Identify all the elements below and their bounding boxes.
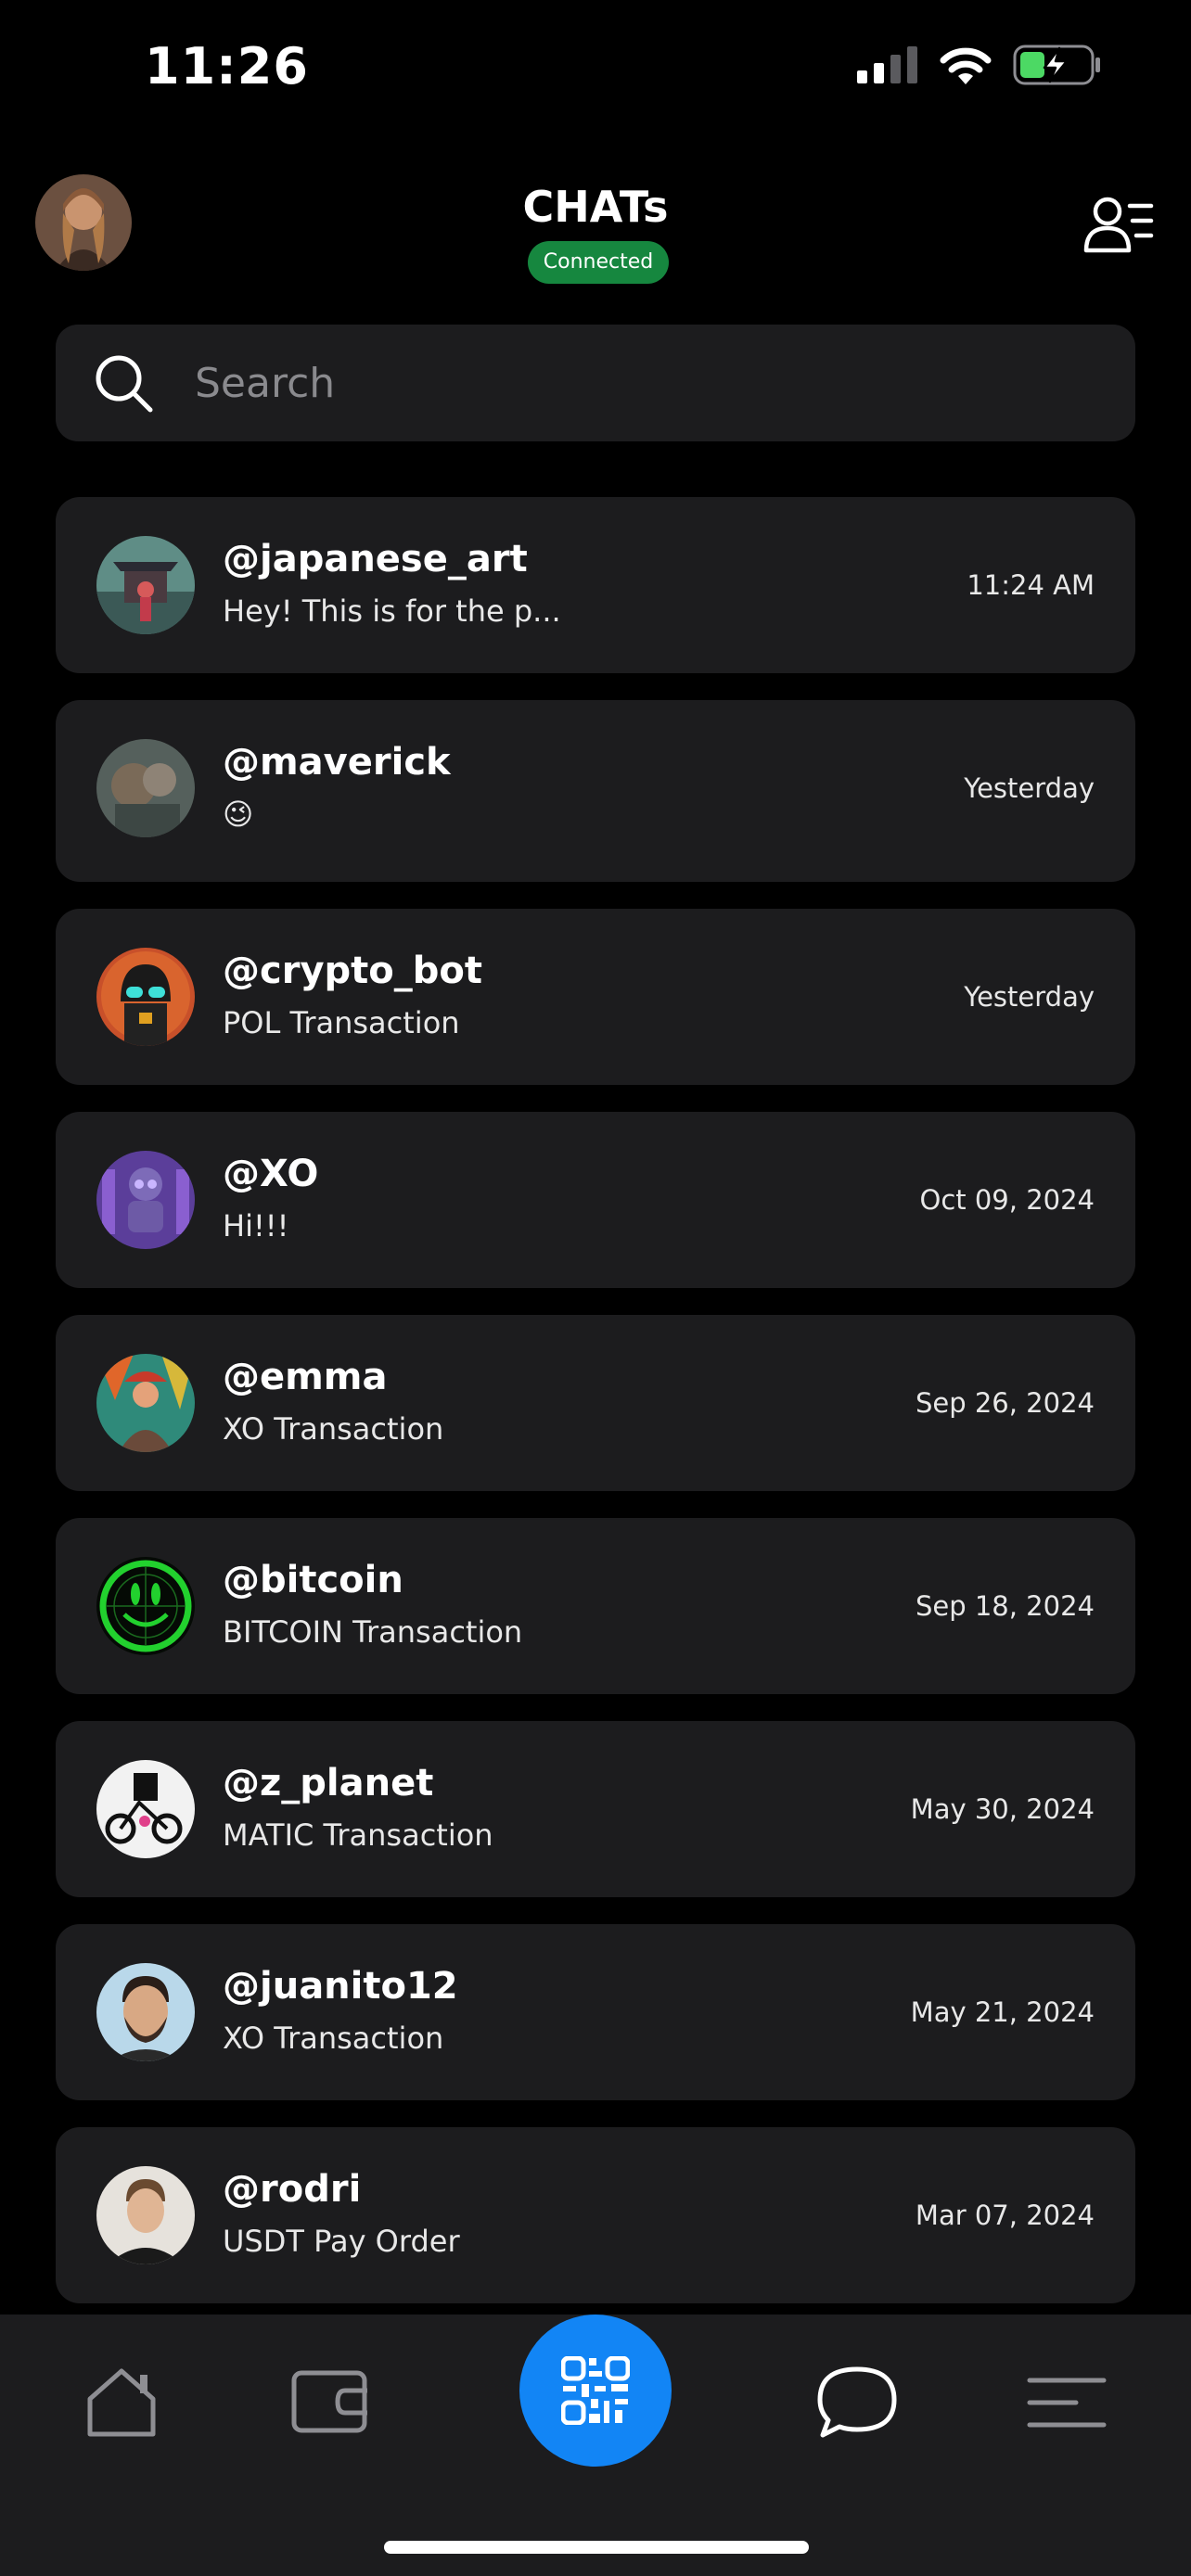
chat-time: Sep 26, 2024 xyxy=(915,1387,1095,1419)
chat-time: Mar 07, 2024 xyxy=(915,2200,1095,2231)
wallet-icon xyxy=(291,2370,367,2433)
contacts-button[interactable] xyxy=(1083,195,1154,256)
chat-item-emma[interactable]: @emma XO Transaction Sep 26, 2024 xyxy=(56,1315,1135,1491)
chat-item-juanito12[interactable]: @juanito12 XO Transaction May 21, 2024 xyxy=(56,1924,1135,2100)
chat-item-z-planet[interactable]: @z_planet MATIC Transaction May 30, 2024 xyxy=(56,1721,1135,1897)
avatar xyxy=(96,1354,195,1452)
status-time: 11:26 xyxy=(145,37,309,96)
chat-name: @rodri xyxy=(223,2168,362,2211)
connection-status-badge: Connected xyxy=(528,241,669,284)
chat-name: @emma xyxy=(223,1356,388,1398)
chat-name: @crypto_bot xyxy=(223,950,482,992)
chat-preview: Hi!!! xyxy=(223,1208,289,1243)
chat-item-japanese-art[interactable]: @japanese_art Hey! This is for the p... … xyxy=(56,497,1135,673)
chat-time: 11:24 AM xyxy=(967,569,1095,601)
chat-preview: Hey! This is for the p... xyxy=(223,593,561,629)
chat-preview: BITCOIN Transaction xyxy=(223,1614,523,1650)
chat-time: Sep 18, 2024 xyxy=(915,1590,1095,1622)
battery-charging-icon xyxy=(1013,45,1100,85)
chat-time: Oct 09, 2024 xyxy=(919,1184,1095,1216)
chat-item-rodri[interactable]: @rodri USDT Pay Order Mar 07, 2024 xyxy=(56,2127,1135,2303)
home-icon xyxy=(87,2368,156,2437)
chat-bubble-icon xyxy=(817,2366,897,2438)
chat-time: Yesterday xyxy=(964,981,1095,1013)
chat-time: Yesterday xyxy=(964,772,1095,804)
page-title: CHATs xyxy=(522,182,669,232)
chat-preview: XO Transaction xyxy=(223,1411,444,1447)
tab-menu[interactable] xyxy=(1020,2361,1113,2444)
chat-name: @z_planet xyxy=(223,1762,434,1804)
chat-preview: POL Transaction xyxy=(223,1005,460,1040)
contacts-list-icon xyxy=(1083,197,1154,253)
chat-name: @maverick xyxy=(223,741,451,784)
tab-wallet[interactable] xyxy=(285,2361,378,2444)
chat-preview: MATIC Transaction xyxy=(223,1817,493,1853)
tab-chats[interactable] xyxy=(811,2361,903,2444)
chat-item-xo[interactable]: @XO Hi!!! Oct 09, 2024 xyxy=(56,1112,1135,1288)
chat-item-bitcoin[interactable]: @bitcoin BITCOIN Transaction Sep 18, 202… xyxy=(56,1518,1135,1694)
wifi-icon xyxy=(940,47,992,84)
chat-name: @japanese_art xyxy=(223,538,528,580)
chat-list: @japanese_art Hey! This is for the p... … xyxy=(56,497,1135,2330)
chat-time: May 21, 2024 xyxy=(910,1996,1095,2028)
chat-name: @juanito12 xyxy=(223,1965,458,2008)
menu-icon xyxy=(1027,2378,1107,2428)
avatar xyxy=(96,1557,195,1655)
bottom-tab-bar xyxy=(0,2315,1191,2576)
chat-name: @XO xyxy=(223,1153,319,1195)
chat-name: @bitcoin xyxy=(223,1559,403,1601)
search-input[interactable] xyxy=(195,325,1085,441)
cellular-signal-icon xyxy=(857,46,917,83)
chat-preview: XO Transaction xyxy=(223,2021,444,2056)
avatar xyxy=(96,948,195,1046)
status-icons xyxy=(857,45,1102,85)
scan-qr-button[interactable] xyxy=(519,2315,672,2467)
chat-item-maverick[interactable]: @maverick 😉 Yesterday xyxy=(56,700,1135,882)
home-indicator[interactable] xyxy=(384,2541,809,2554)
tab-home[interactable] xyxy=(75,2361,168,2444)
status-bar: 11:26 xyxy=(0,0,1191,139)
avatar xyxy=(96,1151,195,1249)
chats-header: CHATs Connected xyxy=(0,167,1191,306)
chat-preview: 😉 xyxy=(223,797,254,832)
chat-item-crypto-bot[interactable]: @crypto_bot POL Transaction Yesterday xyxy=(56,909,1135,1085)
search-icon xyxy=(96,355,153,413)
avatar xyxy=(96,536,195,634)
avatar xyxy=(96,2166,195,2264)
avatar xyxy=(96,1760,195,1858)
chat-preview: USDT Pay Order xyxy=(223,2224,460,2259)
chat-time: May 30, 2024 xyxy=(910,1793,1095,1825)
qr-code-icon xyxy=(561,2356,630,2425)
search-bar[interactable] xyxy=(56,325,1135,441)
avatar xyxy=(96,739,195,837)
avatar xyxy=(96,1963,195,2061)
